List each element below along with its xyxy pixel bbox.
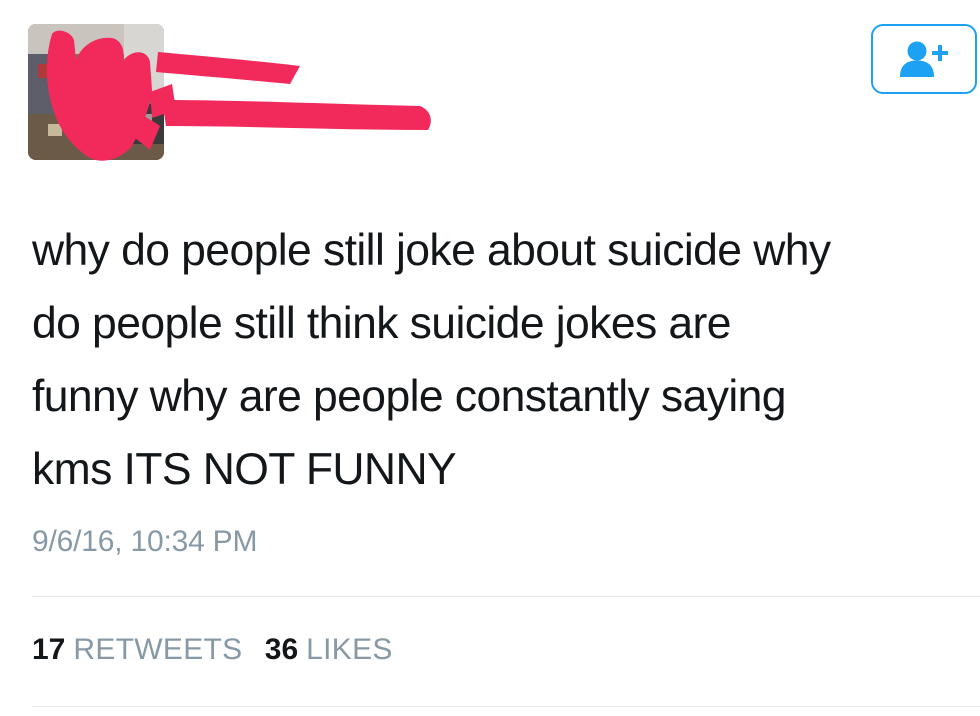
tweet-text-line: why do people still joke about suicide w… (32, 226, 831, 275)
retweets-stat[interactable]: 17 RETWEETS (32, 630, 242, 670)
likes-count: 36 (264, 633, 299, 666)
divider (32, 596, 980, 597)
tweet-text-line: funny why are people constantly saying (32, 372, 787, 421)
add-user-icon (900, 41, 948, 77)
tweet-text: why do people still joke about suicide w… (32, 214, 977, 506)
divider (32, 706, 980, 707)
tweet-text-line: do people still think suicide jokes are (32, 299, 732, 348)
follow-button[interactable] (871, 24, 977, 94)
tweet-timestamp[interactable]: 9/6/16, 10:34 PM (32, 522, 257, 562)
tweet-stats: 17 RETWEETS 36 LIKES (32, 630, 407, 670)
tweet-card: why do people still joke about suicide w… (0, 0, 980, 716)
tweet-text-line: kms ITS NOT FUNNY (32, 445, 457, 494)
retweets-label: RETWEETS (73, 633, 243, 666)
likes-stat[interactable]: 36 LIKES (265, 630, 393, 670)
likes-label: LIKES (306, 633, 393, 666)
retweets-count: 17 (32, 633, 66, 666)
avatar[interactable] (28, 24, 164, 160)
